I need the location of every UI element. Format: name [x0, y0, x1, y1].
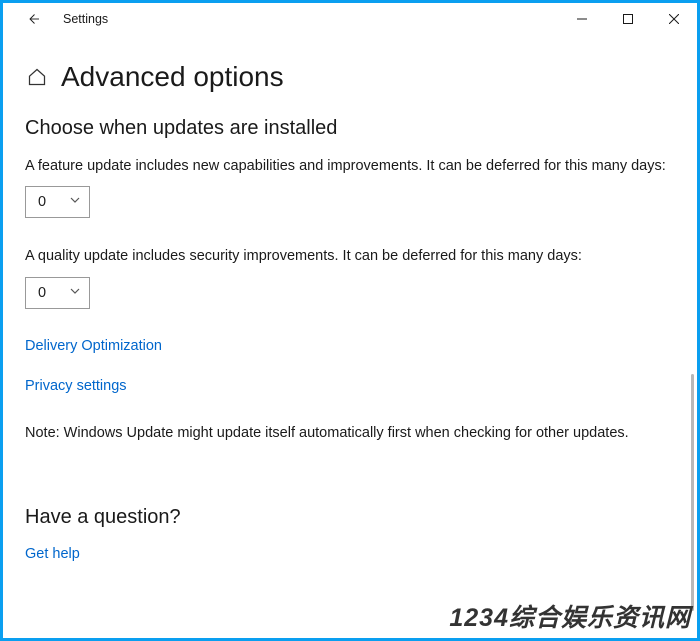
- quality-defer-select[interactable]: 0: [25, 277, 90, 309]
- back-button[interactable]: [11, 3, 55, 35]
- close-icon: [669, 14, 679, 24]
- update-note: Note: Windows Update might update itself…: [25, 425, 675, 441]
- question-heading: Have a question?: [25, 506, 675, 529]
- home-icon: [27, 67, 47, 87]
- close-button[interactable]: [651, 3, 697, 35]
- chevron-down-icon: [69, 194, 81, 210]
- maximize-button[interactable]: [605, 3, 651, 35]
- minimize-icon: [577, 14, 587, 24]
- quality-defer-value: 0: [38, 285, 46, 301]
- heading-row: Advanced options: [25, 61, 675, 93]
- quality-update-description: A quality update includes security impro…: [25, 246, 675, 266]
- delivery-optimization-link[interactable]: Delivery Optimization: [25, 338, 162, 354]
- content-area: Advanced options Choose when updates are…: [3, 35, 697, 563]
- window-title: Settings: [55, 12, 108, 26]
- page-title: Advanced options: [61, 61, 284, 93]
- watermark: 1234综合娱乐资讯网: [449, 598, 691, 634]
- section-heading: Choose when updates are installed: [25, 117, 675, 140]
- feature-defer-value: 0: [38, 194, 46, 210]
- feature-update-description: A feature update includes new capabiliti…: [25, 156, 675, 176]
- chevron-down-icon: [69, 285, 81, 301]
- home-button[interactable]: [25, 65, 49, 89]
- back-icon: [24, 10, 42, 28]
- scrollbar[interactable]: [691, 36, 694, 641]
- privacy-settings-link[interactable]: Privacy settings: [25, 378, 127, 394]
- scrollbar-thumb[interactable]: [691, 374, 694, 611]
- titlebar-right: [559, 3, 697, 35]
- titlebar-left: Settings: [11, 3, 108, 35]
- get-help-link[interactable]: Get help: [25, 546, 80, 562]
- titlebar: Settings: [3, 3, 697, 35]
- feature-defer-select[interactable]: 0: [25, 186, 90, 218]
- minimize-button[interactable]: [559, 3, 605, 35]
- maximize-icon: [623, 14, 633, 24]
